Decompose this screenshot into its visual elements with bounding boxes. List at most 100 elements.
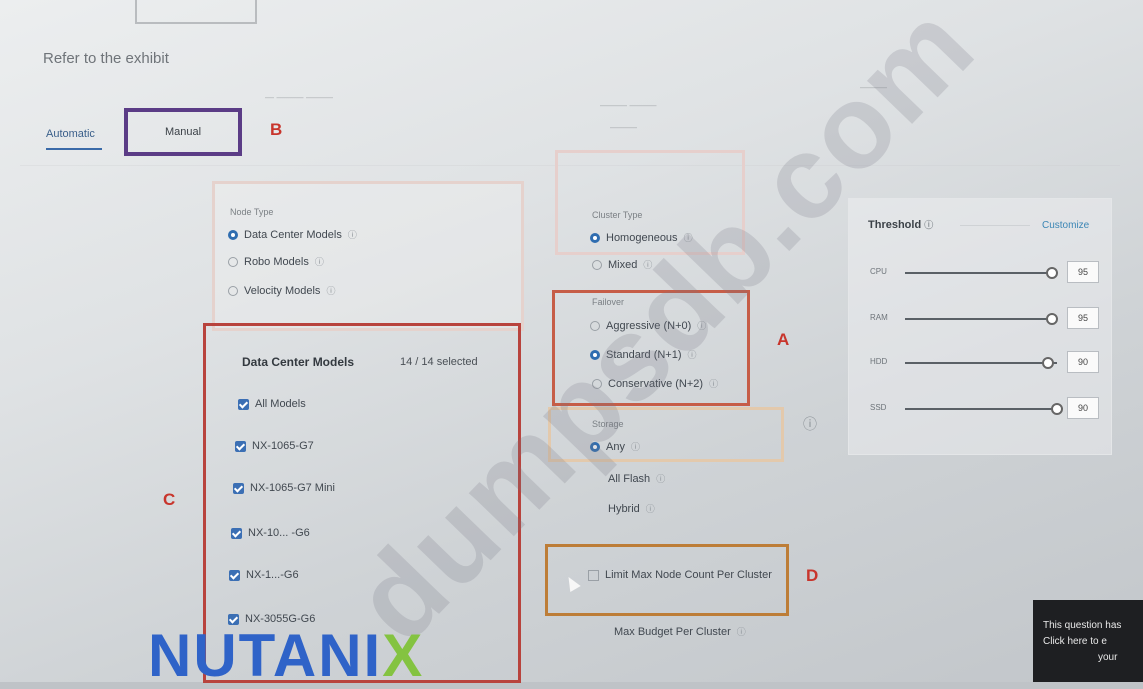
tab-manual-label: Manual	[164, 126, 202, 138]
option-label: Data Center Models	[244, 228, 342, 241]
option-label: Robo Models	[244, 255, 309, 268]
cluster-type-label: Cluster Type	[592, 210, 643, 220]
radio-any[interactable]: Any ⓘ	[590, 440, 640, 453]
radio-data-center-models[interactable]: Data Center Models ⓘ	[228, 228, 357, 241]
info-icon: ⓘ	[803, 416, 817, 432]
checkbox-checked-icon	[231, 527, 242, 539]
slider-value-input-cpu[interactable]: 95	[1067, 261, 1099, 283]
dc-models-title: Data Center Models	[242, 355, 355, 369]
checkbox-label: Limit Max Node Count Per Cluster	[605, 569, 772, 581]
radio-standard[interactable]: Standard (N+1) ⓘ	[590, 348, 697, 361]
info-icon: ⓘ	[314, 257, 324, 267]
checkbox-label: NX-1...-G6	[246, 569, 299, 581]
slider-value-input-ssd[interactable]: 90	[1067, 397, 1099, 419]
failover-label: Failover	[592, 297, 625, 307]
radio-selected-icon	[228, 229, 238, 240]
radio-aggressive[interactable]: Aggressive (N+0) ⓘ	[590, 319, 706, 332]
radio-all-flash[interactable]: All Flash ⓘ	[592, 472, 665, 485]
exhibit-text: Refer to the exhibit	[43, 50, 169, 67]
customize-link[interactable]: Customize	[1042, 220, 1089, 231]
checkbox-nx-1065-g7-mini[interactable]: NX-1065-G7 Mini	[233, 482, 335, 494]
top-box	[135, 0, 257, 24]
checkbox-label: NX-10... -G6	[248, 527, 310, 539]
marker-b: B	[270, 120, 283, 139]
radio-icon	[228, 256, 238, 267]
radio-velocity-models[interactable]: Velocity Models ⓘ	[228, 284, 335, 297]
checkbox-max-budget[interactable]: Max Budget Per Cluster ⓘ	[597, 625, 746, 638]
radio-icon	[592, 378, 602, 389]
storage-panel	[548, 407, 784, 462]
info-icon: ⓘ	[697, 321, 707, 331]
radio-selected-icon	[590, 441, 600, 452]
marker-d: D	[806, 566, 819, 585]
info-icon: ⓘ	[326, 286, 336, 296]
checkbox-icon	[588, 569, 599, 581]
question-tooltip[interactable]: This question has Click here to e your	[1033, 600, 1143, 682]
checkbox-all-models[interactable]: All Models	[238, 398, 306, 410]
screen: Refer to the exhibit Automatic Manual B …	[0, 0, 1143, 686]
checkbox-nx-1-g6[interactable]: NX-1...-G6	[229, 569, 299, 581]
radio-hybrid[interactable]: Hybrid ⓘ	[592, 502, 655, 515]
radio-conservative[interactable]: Conservative (N+2) ⓘ	[592, 377, 718, 390]
option-label: Mixed	[608, 258, 638, 271]
checkbox-label: Max Budget Per Cluster	[614, 625, 731, 638]
option-label: Standard (N+1)	[606, 348, 682, 361]
threshold-title: Threshold ⓘ	[868, 219, 934, 231]
tooltip-line: your	[1098, 652, 1118, 663]
dc-models-count: 14 / 14 selected	[400, 356, 478, 368]
checkbox-limit-max-node[interactable]: Limit Max Node Count Per Cluster	[588, 564, 795, 586]
tooltip-line: Click here to e	[1043, 636, 1107, 647]
info-icon: ⓘ	[736, 627, 746, 637]
slider-label-ram: RAM	[870, 313, 888, 322]
checkbox-checked-icon	[233, 482, 244, 494]
info-icon: ⓘ	[347, 230, 357, 240]
option-label: Hybrid	[608, 502, 640, 515]
nutanix-logo: NUTANIX	[148, 622, 425, 689]
radio-homogeneous[interactable]: Homogeneous ⓘ	[590, 231, 693, 244]
option-label: Conservative (N+2)	[608, 377, 704, 390]
radio-mixed[interactable]: Mixed ⓘ	[592, 258, 652, 271]
info-icon: ⓘ	[687, 350, 697, 360]
checkbox-checked-icon	[235, 440, 246, 452]
slider-label-cpu: CPU	[870, 267, 887, 276]
checkbox-checked-icon	[238, 398, 249, 410]
marker-c: C	[163, 490, 176, 509]
slider-track-cpu[interactable]	[905, 272, 1057, 274]
checkbox-nx-10-g6[interactable]: NX-10... -G6	[231, 527, 310, 539]
slider-value-input-ram[interactable]: 95	[1067, 307, 1099, 329]
radio-selected-icon	[590, 232, 600, 243]
info-icon: ⓘ	[630, 442, 640, 452]
slider-track-ram[interactable]	[905, 318, 1057, 320]
checkbox-label: NX-1065-G7 Mini	[250, 482, 335, 494]
option-label: Homogeneous	[606, 231, 678, 244]
radio-icon	[592, 259, 602, 270]
option-label: Any	[606, 440, 625, 453]
info-icon: ⓘ	[709, 379, 719, 389]
option-label: All Flash	[608, 472, 651, 485]
tab-manual[interactable]: Manual	[124, 108, 242, 156]
checkbox-label: All Models	[255, 398, 306, 410]
radio-selected-icon	[590, 349, 600, 360]
slider-label-hdd: HDD	[870, 357, 888, 366]
tooltip-line: This question has	[1043, 620, 1122, 631]
radio-icon	[228, 285, 238, 296]
marker-a: A	[777, 330, 790, 349]
info-icon: ⓘ	[645, 504, 655, 514]
radio-robo-models[interactable]: Robo Models ⓘ	[228, 255, 324, 268]
radio-icon	[590, 320, 600, 331]
info-icon: ⓘ	[643, 260, 653, 270]
slider-handle-ssd[interactable]	[1051, 403, 1063, 415]
info-icon: ⓘ	[683, 233, 693, 243]
checkbox-checked-icon	[229, 569, 240, 581]
slider-track-ssd[interactable]	[905, 408, 1057, 410]
info-icon: ⓘ	[924, 220, 934, 230]
slider-track-hdd[interactable]	[905, 362, 1057, 364]
option-label: Velocity Models	[244, 284, 321, 297]
tab-automatic[interactable]: Automatic	[46, 128, 102, 150]
checkbox-nx-1065-g7[interactable]: NX-1065-G7	[235, 440, 314, 452]
slider-handle-hdd[interactable]	[1041, 357, 1054, 369]
storage-label: Storage	[592, 419, 624, 429]
option-label: Aggressive (N+0)	[606, 319, 692, 332]
node-type-label: Node Type	[230, 207, 274, 217]
slider-value-input-hdd[interactable]: 90	[1067, 351, 1099, 373]
